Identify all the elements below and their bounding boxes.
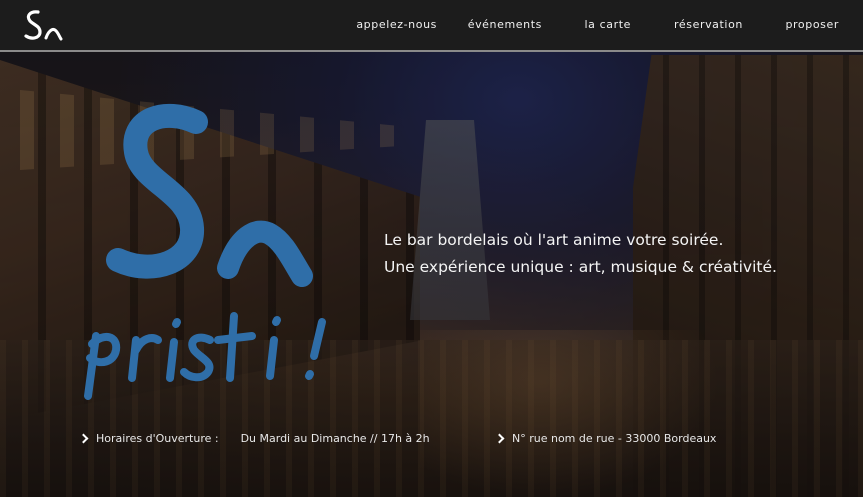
address: N° rue nom de rue - 33000 Bordeaux	[494, 430, 717, 446]
logo-small-icon	[24, 10, 63, 41]
hero-tagline: Le bar bordelais où l'art anime votre so…	[384, 227, 844, 281]
hours-label: Horaires d'Ouverture :	[96, 431, 219, 445]
nav-appelez-nous[interactable]: appelez-nous	[356, 18, 437, 31]
nav-proposer[interactable]: proposer	[785, 18, 839, 31]
nav-la-carte[interactable]: la carte	[585, 18, 632, 31]
address-text: N° rue nom de rue - 33000 Bordeaux	[512, 431, 717, 445]
nav-reservation[interactable]: réservation	[674, 18, 743, 31]
hours-value: Du Mardi au Dimanche // 17h à 2h	[240, 431, 430, 445]
opening-hours: Horaires d'Ouverture : Du Mardi au Diman…	[78, 430, 430, 446]
nav-evenements[interactable]: événements	[468, 18, 542, 31]
hero-logo	[78, 100, 340, 400]
home-logo-link[interactable]	[22, 8, 64, 44]
chevron-right-icon	[78, 433, 89, 443]
navbar: appelez-nous événements la carte réserva…	[0, 0, 863, 52]
chevron-right-icon	[494, 433, 505, 443]
tagline-line-1: Le bar bordelais où l'art anime votre so…	[384, 231, 724, 249]
tagline-line-2: Une expérience unique : art, musique & c…	[384, 258, 777, 276]
logo-sapristi-icon	[84, 103, 326, 400]
